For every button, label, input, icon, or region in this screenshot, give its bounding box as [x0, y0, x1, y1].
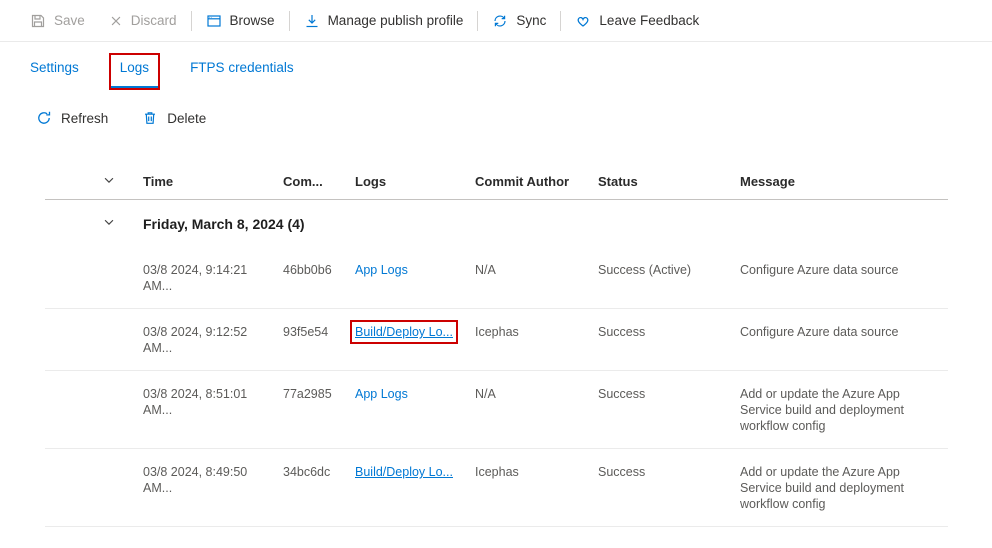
save-label: Save — [54, 13, 85, 28]
download-icon — [304, 13, 320, 29]
cell-time: 03/8 2024, 9:12:52 AM... — [143, 324, 283, 356]
cell-commit: 93f5e54 — [283, 324, 355, 340]
build-deploy-logs-link[interactable]: Build/Deploy Lo... — [355, 465, 453, 479]
save-icon — [30, 13, 46, 29]
cell-status: Success — [598, 464, 740, 480]
chevron-down-icon[interactable] — [102, 173, 116, 187]
build-deploy-logs-link[interactable]: Build/Deploy Lo... — [355, 325, 453, 339]
command-bar: Save Discard Browse Manage publish profi… — [0, 0, 992, 42]
delete-button[interactable]: Delete — [136, 109, 212, 127]
sync-label: Sync — [516, 13, 546, 28]
cell-time: 03/8 2024, 9:14:21 AM... — [143, 262, 283, 294]
table-row: 03/8 2024, 8:49:50 AM... 34bc6dc Build/D… — [45, 449, 948, 527]
discard-label: Discard — [131, 13, 177, 28]
cell-time: 03/8 2024, 8:51:01 AM... — [143, 386, 283, 418]
cell-commit: 34bc6dc — [283, 464, 355, 480]
table-row: 03/8 2024, 9:12:52 AM... 93f5e54 Build/D… — [45, 309, 948, 371]
cell-commit-author: Icephas — [475, 324, 598, 340]
tab-settings[interactable]: Settings — [28, 55, 81, 88]
manage-publish-profile-label: Manage publish profile — [328, 13, 464, 28]
column-header-status[interactable]: Status — [598, 174, 740, 189]
cell-commit-author: N/A — [475, 262, 598, 278]
cell-message: Configure Azure data source — [740, 262, 948, 278]
refresh-button[interactable]: Refresh — [30, 109, 114, 127]
discard-button[interactable]: Discard — [97, 0, 189, 41]
table-row: 03/8 2024, 8:51:01 AM... 77a2985 App Log… — [45, 371, 948, 449]
app-logs-link[interactable]: App Logs — [355, 263, 408, 277]
toolbar-divider — [289, 11, 290, 31]
manage-publish-profile-button[interactable]: Manage publish profile — [292, 0, 476, 41]
cell-message: Add or update the Azure App Service buil… — [740, 386, 948, 434]
deployment-logs-table: Time Com... Logs Commit Author Status Me… — [45, 163, 948, 527]
cell-status: Success — [598, 386, 740, 402]
x-mark-icon — [109, 14, 123, 28]
group-label: Friday, March 8, 2024 (4) — [143, 216, 948, 232]
cell-time: 03/8 2024, 8:49:50 AM... — [143, 464, 283, 496]
toolbar-divider — [560, 11, 561, 31]
group-header-row: Friday, March 8, 2024 (4) — [45, 200, 948, 247]
chevron-down-icon[interactable] — [102, 215, 116, 229]
column-header-logs[interactable]: Logs — [355, 174, 475, 189]
cell-message: Add or update the Azure App Service buil… — [740, 464, 948, 512]
app-logs-link[interactable]: App Logs — [355, 387, 408, 401]
browse-label: Browse — [230, 13, 275, 28]
cell-commit-author: Icephas — [475, 464, 598, 480]
toolbar-divider — [191, 11, 192, 31]
column-header-commit-author[interactable]: Commit Author — [475, 174, 598, 189]
cell-commit-author: N/A — [475, 386, 598, 402]
leave-feedback-button[interactable]: Leave Feedback — [563, 0, 711, 41]
cell-message: Configure Azure data source — [740, 324, 948, 340]
browse-button[interactable]: Browse — [194, 0, 287, 41]
cell-commit: 46bb0b6 — [283, 262, 355, 278]
tab-logs[interactable]: Logs — [111, 55, 158, 88]
cell-commit: 77a2985 — [283, 386, 355, 402]
save-button[interactable]: Save — [18, 0, 97, 41]
leave-feedback-label: Leave Feedback — [599, 13, 699, 28]
trash-icon — [142, 110, 158, 126]
sync-icon — [492, 13, 508, 29]
delete-label: Delete — [167, 111, 206, 126]
sync-button[interactable]: Sync — [480, 0, 558, 41]
toolbar-divider — [477, 11, 478, 31]
cell-status: Success (Active) — [598, 262, 740, 278]
table-row: 03/8 2024, 9:14:21 AM... 46bb0b6 App Log… — [45, 247, 948, 309]
column-header-message[interactable]: Message — [740, 174, 948, 189]
column-header-commit[interactable]: Com... — [283, 174, 355, 189]
tab-ftps-credentials[interactable]: FTPS credentials — [188, 55, 296, 88]
refresh-label: Refresh — [61, 111, 108, 126]
log-actions-bar: Refresh Delete — [0, 109, 992, 127]
refresh-icon — [36, 110, 52, 126]
table-header-row: Time Com... Logs Commit Author Status Me… — [45, 163, 948, 200]
cell-status: Success — [598, 324, 740, 340]
browser-window-icon — [206, 13, 222, 29]
column-header-time[interactable]: Time — [143, 174, 283, 189]
tab-bar: Settings Logs FTPS credentials — [0, 55, 992, 88]
heart-icon — [575, 13, 591, 29]
